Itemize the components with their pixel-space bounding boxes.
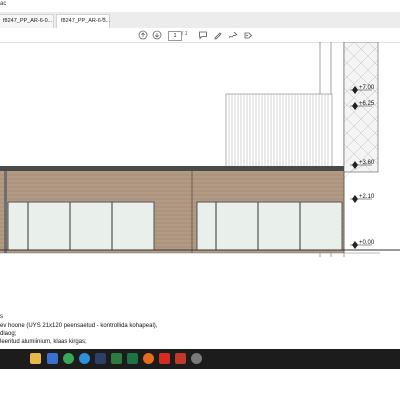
firefox-icon[interactable] (143, 353, 154, 364)
id-icon[interactable] (95, 353, 106, 364)
title-bar: ac (0, 0, 400, 12)
edge-icon[interactable] (79, 353, 90, 364)
tab-strip: f8247_PP_AR-6-0... f8247_PP_AR-6-3... × (0, 12, 400, 29)
page-bottom (0, 369, 400, 412)
arrow-up-icon[interactable] (138, 30, 148, 40)
elevation-label: +3.60 (359, 160, 375, 166)
excel-icon[interactable] (127, 353, 138, 364)
window-group-right (196, 201, 343, 251)
pdf-icon[interactable] (159, 353, 170, 364)
chrome-icon[interactable] (63, 353, 74, 364)
window-group-left (7, 201, 155, 251)
page-number-input[interactable]: 1 (168, 31, 182, 41)
page-total: / 1 (182, 31, 188, 37)
folder-icon[interactable] (30, 353, 41, 364)
elevation-label: +0.00 (359, 240, 375, 246)
pdf-toolbar: 1 / 1 (0, 28, 400, 43)
close-icon[interactable]: × (101, 17, 105, 23)
slatted-screen (225, 93, 333, 173)
elevation-label: +6.25 (359, 101, 375, 107)
share-icon[interactable] (243, 30, 253, 40)
window-title: ac (0, 1, 7, 7)
elevation-label: +7.00 (359, 85, 375, 91)
note-line: s (0, 314, 3, 320)
roof-edge (0, 166, 344, 171)
note-line: dlaog; (0, 331, 17, 337)
pen-icon[interactable] (213, 30, 223, 40)
tab-document-2[interactable]: f8247_PP_AR-6-3... × (56, 14, 110, 28)
elevation-drawing: +7.00 +6.25 +3.60 +2.10 +0.00 (0, 42, 400, 257)
elevation-marker: +2.10 (350, 194, 375, 203)
elevation-marker: +0.00 (350, 240, 375, 249)
red-app-icon[interactable] (175, 353, 186, 364)
tower-hatch (343, 42, 379, 179)
note-line: ev hoone (UYS 21x120 peensaetud - kontro… (0, 323, 158, 329)
arrow-down-icon[interactable] (152, 30, 162, 40)
d-icon[interactable] (111, 353, 122, 364)
comment-icon[interactable] (198, 30, 208, 40)
sign-icon[interactable] (228, 30, 238, 40)
taskbar (0, 349, 400, 369)
tab-document-1[interactable]: f8247_PP_AR-6-0... (0, 14, 54, 28)
settings-icon[interactable] (191, 353, 202, 364)
tab-label: f8247_PP_AR-6-0... (3, 18, 53, 24)
note-line: leeritud alumiinium, klaas kirgas; (0, 339, 87, 345)
mail-icon[interactable] (47, 353, 58, 364)
elevation-label: +2.10 (359, 194, 375, 200)
